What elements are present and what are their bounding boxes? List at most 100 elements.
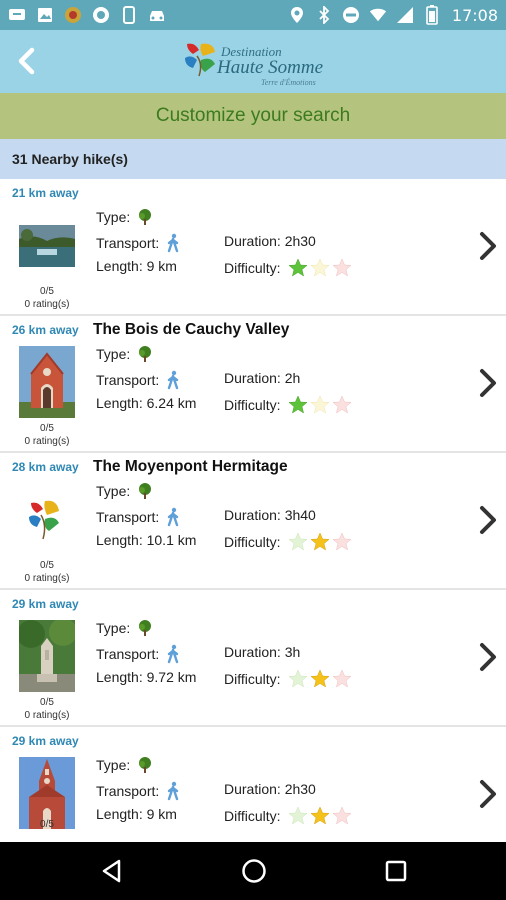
chevron-left-icon	[18, 47, 35, 75]
logo-line3: Terre d'Émotions	[261, 78, 316, 87]
hike-list-item[interactable]: 28 km away The Moyenpont Hermitage 0/5 0…	[0, 453, 506, 590]
rating-score: 0/5	[40, 423, 54, 434]
hike-distance: 26 km away	[12, 323, 79, 337]
star-yellow-icon	[309, 532, 330, 551]
hike-length-value: 9 km	[146, 806, 177, 822]
logo-mark-icon	[185, 43, 215, 77]
bluetooth-icon	[315, 6, 333, 24]
hike-thumbnail-image	[19, 225, 75, 267]
hike-duration: Duration: 2h	[224, 370, 301, 386]
app-header: Destination Haute Somme Terre d'Émotions	[0, 30, 506, 93]
rating-count: 0 rating(s)	[24, 299, 70, 310]
star-red-icon	[331, 806, 352, 825]
hike-transport: Transport:	[96, 644, 181, 664]
location-icon	[288, 6, 306, 24]
customize-search-button[interactable]: Customize your search	[0, 93, 506, 139]
hike-length: Length: 10.1 km	[96, 532, 197, 548]
hike-type: Type:	[96, 345, 154, 363]
hike-length: Length: 9 km	[96, 258, 177, 274]
car-icon	[148, 6, 166, 24]
results-count: 31 Nearby hike(s)	[0, 139, 506, 179]
status-bar: 17:08	[0, 0, 506, 30]
star-green-icon	[287, 395, 308, 414]
results-count-label: 31 Nearby hike(s)	[12, 151, 128, 167]
hike-difficulty: Difficulty:	[224, 532, 353, 552]
phone-icon	[120, 6, 138, 24]
hike-length-value: 9.72 km	[146, 669, 197, 685]
walking-icon	[168, 507, 179, 527]
navigation-bar	[0, 842, 506, 900]
game-icon	[64, 6, 82, 24]
message-icon	[8, 6, 26, 24]
hike-difficulty: Difficulty:	[224, 395, 353, 415]
hike-thumbnail-image	[19, 346, 75, 418]
hike-distance: 29 km away	[12, 734, 79, 748]
hike-difficulty: Difficulty:	[224, 669, 353, 689]
hike-distance: 28 km away	[12, 460, 79, 474]
hike-type: Type:	[96, 756, 154, 774]
star-red-icon	[331, 532, 352, 551]
star-red-icon	[331, 258, 352, 277]
hike-type: Type:	[96, 208, 154, 226]
hike-list-item[interactable]: 26 km away The Bois de Cauchy Valley 0/5…	[0, 316, 506, 453]
tree-icon	[139, 483, 152, 499]
star-green-icon	[287, 258, 308, 277]
customize-search-label: Customize your search	[155, 105, 351, 126]
hike-list[interactable]: 21 km away 0/5 0 rating(s) Type: Transpo…	[0, 179, 506, 842]
nav-home-button[interactable]	[239, 856, 269, 886]
chevron-right-icon[interactable]	[476, 777, 500, 811]
circle-icon	[92, 6, 110, 24]
back-button[interactable]	[10, 44, 42, 78]
hike-duration: Duration: 2h30	[224, 233, 316, 249]
tree-icon	[139, 620, 152, 636]
notification-icons	[8, 6, 166, 24]
tree-icon	[139, 209, 152, 225]
tree-icon	[139, 757, 152, 773]
system-icons: 17:08	[288, 5, 498, 25]
hike-length: Length: 6.24 km	[96, 395, 197, 411]
hike-distance: 21 km away	[12, 186, 79, 200]
walking-icon	[168, 370, 179, 390]
rating-score: 0/5	[40, 286, 54, 297]
star-red-icon	[331, 395, 352, 414]
hike-duration-value: 2h30	[284, 781, 316, 797]
hike-title: The Bois de Cauchy Valley	[93, 321, 290, 338]
star-yellow-icon	[309, 258, 330, 277]
walking-icon	[168, 644, 179, 664]
nav-recents-button[interactable]	[381, 856, 411, 886]
star-yellow-icon	[309, 395, 330, 414]
hike-distance: 29 km away	[12, 597, 79, 611]
hike-duration: Duration: 3h40	[224, 507, 316, 523]
chevron-right-icon[interactable]	[476, 229, 500, 263]
chevron-right-icon[interactable]	[476, 366, 500, 400]
hike-transport: Transport:	[96, 507, 181, 527]
tree-icon	[139, 346, 152, 362]
hike-list-item[interactable]: 29 km away 0/5 0 rating(s) Type: Transpo…	[0, 590, 506, 727]
rating-score: 0/5	[40, 560, 54, 571]
star-red-icon	[331, 669, 352, 688]
destination-haute-somme-logo: Destination Haute Somme Terre d'Émotions	[183, 38, 333, 88]
signal-icon	[396, 6, 414, 24]
difficulty-stars	[287, 532, 353, 552]
hike-transport: Transport:	[96, 781, 181, 801]
hike-type: Type:	[96, 482, 154, 500]
star-green-icon	[287, 806, 308, 825]
hike-length: Length: 9 km	[96, 806, 177, 822]
rating-count: 0 rating(s)	[24, 573, 70, 584]
hike-list-item[interactable]: 29 km away 0/5 Type: Transport: Length: …	[0, 727, 506, 842]
hike-list-item[interactable]: 21 km away 0/5 0 rating(s) Type: Transpo…	[0, 179, 506, 316]
difficulty-stars	[287, 395, 353, 415]
star-green-icon	[287, 669, 308, 688]
hike-transport: Transport:	[96, 370, 181, 390]
hike-duration-value: 2h	[284, 370, 301, 386]
rating-score: 0/5	[40, 819, 54, 830]
hike-thumbnail-image	[19, 493, 75, 549]
nav-back-button[interactable]	[97, 856, 127, 886]
triangle-back-icon	[102, 859, 121, 883]
star-yellow-icon	[309, 806, 330, 825]
hike-duration: Duration: 3h	[224, 644, 301, 660]
rating-score: 0/5	[40, 697, 54, 708]
difficulty-stars	[287, 669, 353, 689]
chevron-right-icon[interactable]	[476, 640, 500, 674]
chevron-right-icon[interactable]	[476, 503, 500, 537]
